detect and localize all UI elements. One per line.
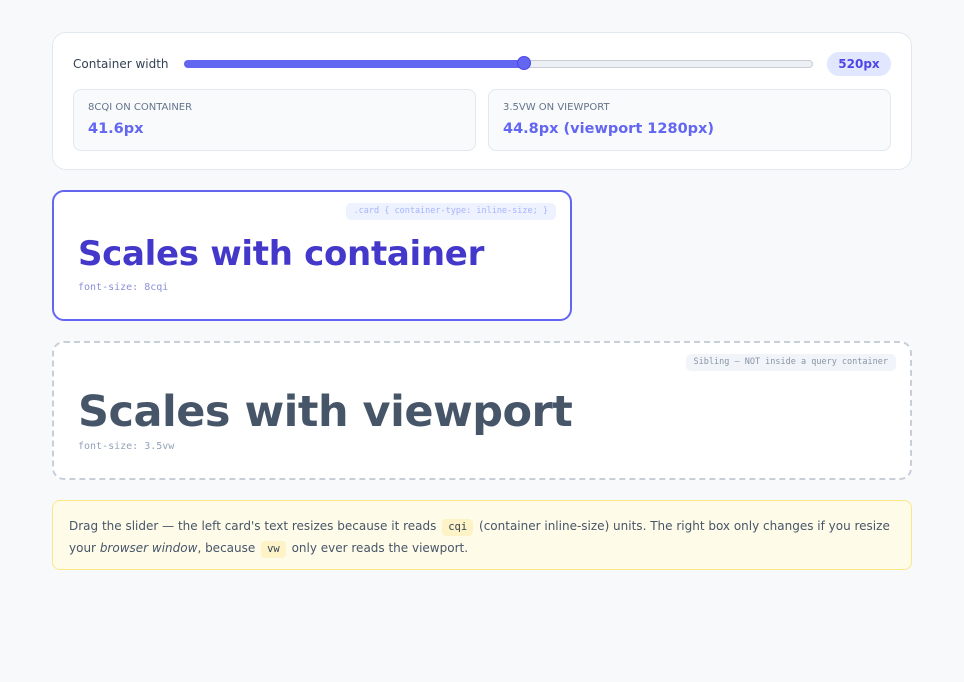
note-text-4: only ever reads the viewport. [291,541,469,555]
container-card-title: Scales with container [78,234,485,274]
container-stat-label: 8cqi on container [88,102,193,113]
controls-panel: Container width 520px 8cqi on container … [52,32,912,170]
width-value-badge: 520px [827,52,891,76]
viewport-stat-card: 3.5vw on viewport 44.8px (viewport 1280p… [488,89,891,151]
container-stat-value: 41.6px [88,121,144,137]
note-emphasis: browser window [99,541,198,555]
slider-fill [184,60,523,68]
sibling-tag: Sibling — NOT inside a query container [685,354,896,371]
container-stat-card: 8cqi on container 41.6px [73,89,476,151]
explanation-note: Drag the slider — the left card's text r… [52,500,912,570]
viewport-stat-value: 44.8px (viewport 1280px) [503,121,715,137]
viewport-card-title: Scales with viewport [78,387,573,437]
vw-code: vw [261,541,286,558]
slider-label: Container width [73,57,169,71]
container-type-tag: .card { container-type: inline-size; } [345,203,556,220]
viewport-card: Sibling — NOT inside a query container S… [52,341,912,480]
note-text-1: Drag the slider — the left card's text r… [69,519,437,533]
container-query-card: .card { container-type: inline-size; } S… [52,190,572,321]
viewport-card-caption: font-size: 3.5vw [78,441,175,452]
container-card-caption: font-size: 8cqi [78,282,169,293]
cqi-code: cqi [442,519,474,536]
container-width-slider[interactable] [184,56,813,70]
note-text-3: , because [197,541,256,555]
viewport-stat-label: 3.5vw on viewport [503,102,610,113]
slider-thumb[interactable] [516,56,531,70]
